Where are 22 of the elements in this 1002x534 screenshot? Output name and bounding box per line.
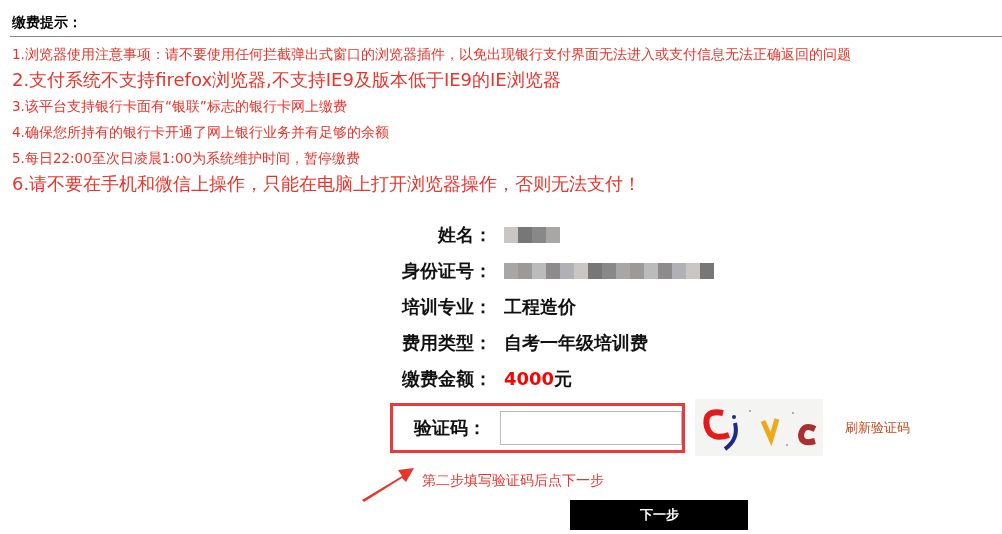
blurred-value — [504, 225, 560, 245]
notice-title: 缴费提示： — [11, 13, 83, 32]
hint-text: 第二步填写验证码后点下一步 — [422, 472, 604, 490]
field-label: 培训专业： — [400, 295, 492, 319]
captcha-input[interactable] — [500, 410, 682, 445]
field-value: 工程造价 — [504, 295, 576, 319]
notice-item: 3.该平台支持银行卡面有“银联”标志的银行卡网上缴费 — [12, 97, 348, 116]
field-label: 缴费金额： — [401, 367, 492, 391]
refresh-captcha-link[interactable]: 刷新验证码 — [845, 418, 910, 437]
field-label: 姓名： — [436, 223, 492, 247]
notice-item: 6.请不要在手机和微信上操作，只能在电脑上打开浏览器操作，否则无法支付！ — [12, 172, 643, 196]
field-value: 自考一年级培训费 — [504, 331, 648, 355]
field-label: 费用类型： — [401, 331, 492, 355]
amount-value: 4000元 — [504, 367, 573, 391]
notice-item: 5.每日22:00至次日凌晨1:00为系统维护时间，暂停缴费 — [12, 149, 362, 168]
notice-item: 2.支付系统不支持firefox浏览器,不支持IE9及版本低于IE9的IE浏览器 — [12, 68, 562, 92]
notice-item: 4.确保您所持有的银行卡开通了网上银行业务并有足够的余额 — [12, 123, 390, 142]
field-label: 验证码： — [412, 415, 486, 440]
arrow-icon — [360, 466, 416, 502]
field-label: 身份证号： — [401, 259, 492, 283]
notice-item: 1.浏览器使用注意事项：请不要使用任何拦截弹出式窗口的浏览器插件，以免出现银行支付界面无法进入或支付信息无法正确返回的问题 — [12, 45, 852, 64]
next-step-button[interactable]: 下一步 — [570, 500, 748, 530]
